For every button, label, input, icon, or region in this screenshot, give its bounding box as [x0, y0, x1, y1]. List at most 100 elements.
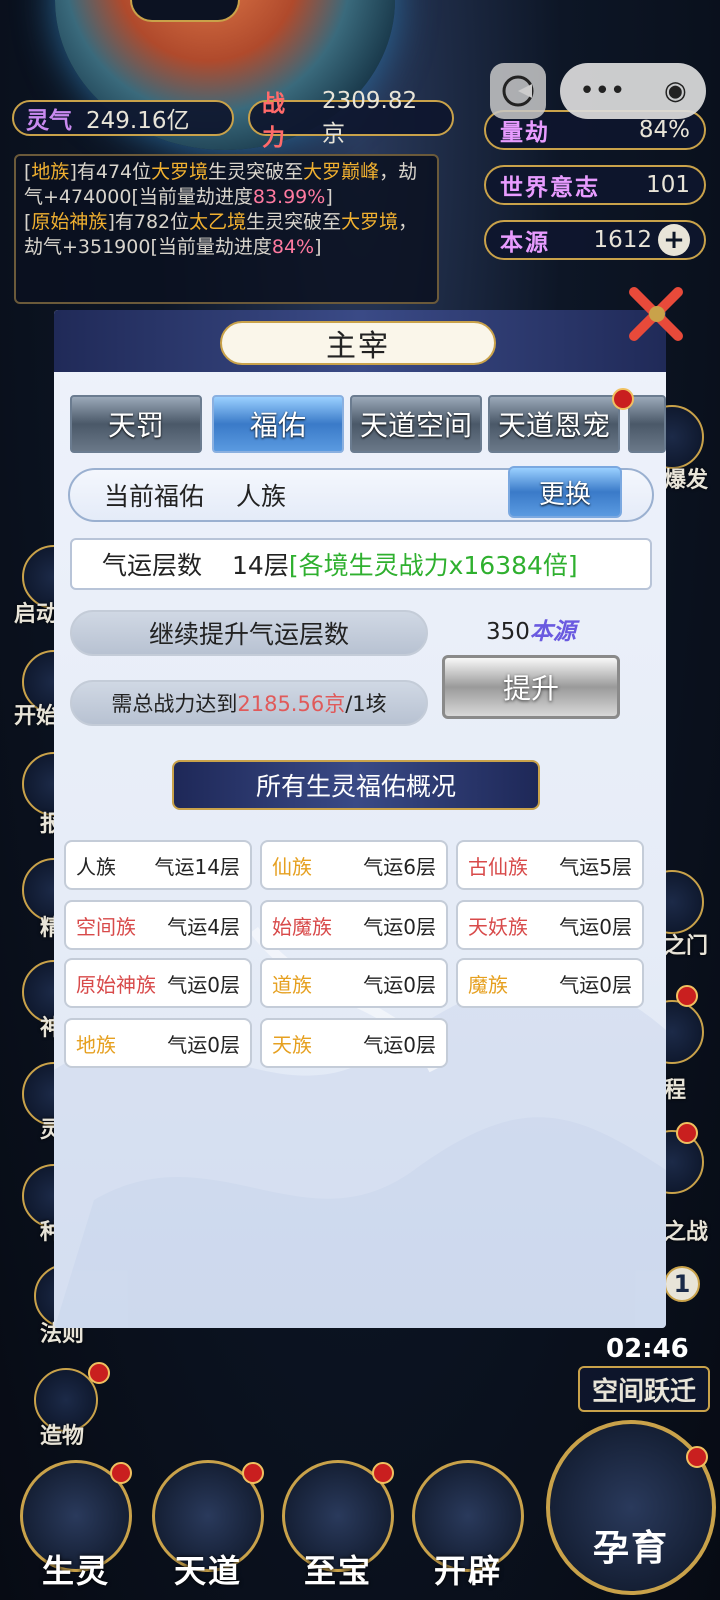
panel-title: 主宰: [220, 321, 496, 365]
dominator-panel: 主宰 天罚 福佑 天道空间 天道恩宠 当前福佑 人族 更换 气运层数 14层 […: [54, 310, 666, 1328]
race-card[interactable]: 原始神族 气运0层: [64, 958, 252, 1008]
tab-tiandao-space[interactable]: 天道空间: [350, 395, 482, 453]
change-button[interactable]: 更换: [508, 466, 622, 518]
current-blessing-value: 人族: [236, 482, 287, 511]
close-icon[interactable]: [626, 282, 688, 344]
requirement-prefix: 需总战力达到: [111, 692, 238, 716]
race-card[interactable]: 仙族 气运6层: [260, 840, 448, 890]
race-name: 地族: [76, 1032, 116, 1057]
mini-program-capsule: ••• ◉: [490, 63, 706, 119]
game-icon[interactable]: [490, 63, 546, 119]
requirement-pill: 需总战力达到 2185.56京/1垓: [70, 680, 428, 726]
upgrade-luck-label: 继续提升气运层数: [70, 610, 428, 656]
race-name: 始魔族: [272, 914, 332, 939]
nav-yunyu[interactable]: 孕育: [546, 1420, 716, 1595]
log-entry: [地族]有474位大罗境生灵突破至大罗巅峰，劫气+474000[当前量劫进度83…: [24, 161, 418, 208]
nav-kaipi[interactable]: 开辟: [408, 1460, 528, 1600]
liangjie-value: 84%: [638, 117, 690, 143]
lingqi-label: 灵气: [26, 108, 72, 134]
race-card[interactable]: 人族 气运14层: [64, 840, 252, 890]
race-luck: 气运0层: [363, 972, 436, 997]
luck-level-box: 气运层数 14层 [各境生灵战力x16384倍]: [70, 538, 652, 590]
race-luck: 气运0层: [167, 972, 240, 997]
log-entry: [原始神族]有782位太乙境生灵突破至大罗境，劫气+351900[当前量劫进度8…: [24, 211, 418, 258]
side-label: 程: [664, 1078, 687, 1103]
tab-tianfa[interactable]: 天罚: [70, 395, 202, 453]
race-luck: 气运4层: [167, 914, 240, 939]
side-label: 之战: [664, 1220, 709, 1245]
race-luck: 气运0层: [559, 972, 632, 997]
race-name: 原始神族: [76, 972, 156, 997]
upgrade-button[interactable]: 提升: [442, 655, 620, 719]
space-jump-button[interactable]: 空间跃迁: [578, 1366, 710, 1412]
benyuan-label: 本源: [500, 230, 550, 256]
race-name: 空间族: [76, 914, 136, 939]
race-card[interactable]: 魔族 气运0层: [456, 958, 644, 1008]
notification-dot: [110, 1462, 132, 1484]
requirement-value: 2185.56京: [237, 692, 346, 716]
race-luck: 气运6层: [363, 854, 436, 879]
more-menu-icon[interactable]: •••: [579, 76, 625, 106]
side-label: 开始: [14, 704, 59, 729]
section-title: 所有生灵福佑概况: [172, 760, 540, 810]
cost-value: 350: [486, 619, 530, 645]
race-card[interactable]: 始魔族 气运0层: [260, 900, 448, 950]
race-luck: 气运14层: [154, 854, 240, 879]
race-card[interactable]: 天族 气运0层: [260, 1018, 448, 1068]
race-card[interactable]: 天妖族 气运0层: [456, 900, 644, 950]
lingqi-value: 249.16亿: [86, 108, 190, 134]
race-card[interactable]: 地族 气运0层: [64, 1018, 252, 1068]
notification-dot: [88, 1362, 110, 1384]
benyuan-pill: 本源 1612 +: [484, 220, 706, 260]
benyuan-value: 1612: [593, 227, 652, 253]
nav-label: 至宝: [303, 1552, 372, 1590]
nav-label: 开辟: [433, 1552, 502, 1590]
side-label: 造物: [40, 1424, 85, 1449]
lingqi-pill: 灵气 249.16亿: [12, 100, 234, 136]
nav-zhibao[interactable]: 至宝: [278, 1460, 398, 1600]
notification-dot: [676, 1122, 698, 1144]
side-label: 爆发: [664, 468, 709, 493]
race-name: 古仙族: [468, 854, 528, 879]
zhanli-value: 2309.82京: [321, 88, 418, 147]
race-name: 天妖族: [468, 914, 528, 939]
nav-tiandao[interactable]: 天道: [148, 1460, 268, 1600]
race-name: 道族: [272, 972, 312, 997]
upgrade-cost: 350本源: [486, 612, 576, 646]
shijie-label: 世界意志: [500, 175, 600, 201]
count-badge: 1: [664, 1266, 700, 1302]
race-card[interactable]: 道族 气运0层: [260, 958, 448, 1008]
race-luck: 气运0层: [363, 914, 436, 939]
close-target-icon[interactable]: ◉: [664, 76, 687, 106]
notification-dot: [242, 1462, 264, 1484]
tab-fuyou[interactable]: 福佑: [212, 395, 344, 453]
race-luck: 气运0层: [559, 914, 632, 939]
notification-dot: [612, 388, 634, 410]
shijie-pill: 世界意志 101: [484, 165, 706, 205]
nav-label: 孕育: [592, 1528, 669, 1569]
race-card[interactable]: 空间族 气运4层: [64, 900, 252, 950]
race-name: 仙族: [272, 854, 312, 879]
race-luck: 气运0层: [363, 1032, 436, 1057]
race-card[interactable]: 古仙族 气运5层: [456, 840, 644, 890]
current-blessing-label: 当前福佑: [104, 482, 205, 511]
nav-shengling[interactable]: 生灵: [16, 1460, 136, 1600]
luck-level-value: 14层: [232, 551, 289, 580]
planet-pin-decoration: [130, 0, 240, 22]
add-benyuan-button[interactable]: +: [658, 224, 690, 256]
race-name: 魔族: [468, 972, 508, 997]
side-label: 之门: [664, 934, 709, 959]
event-log: [地族]有474位大罗境生灵突破至大罗巅峰，劫气+474000[当前量劫进度83…: [14, 154, 439, 304]
tab-tiandao-favor[interactable]: 天道恩宠: [488, 395, 620, 453]
cost-unit: 本源: [529, 619, 576, 645]
side-label: 启动: [14, 602, 59, 627]
zhanli-label: 战力: [262, 91, 285, 151]
race-name: 人族: [76, 854, 116, 879]
tab-more[interactable]: [628, 395, 666, 453]
zhanli-pill: 战力 2309.82京: [248, 88, 454, 151]
race-name: 天族: [272, 1032, 312, 1057]
shijie-value: 101: [646, 172, 690, 198]
notification-dot: [686, 1446, 708, 1468]
requirement-suffix: /1垓: [345, 692, 387, 716]
luck-bonus-text: [各境生灵战力x16384倍]: [288, 551, 578, 580]
